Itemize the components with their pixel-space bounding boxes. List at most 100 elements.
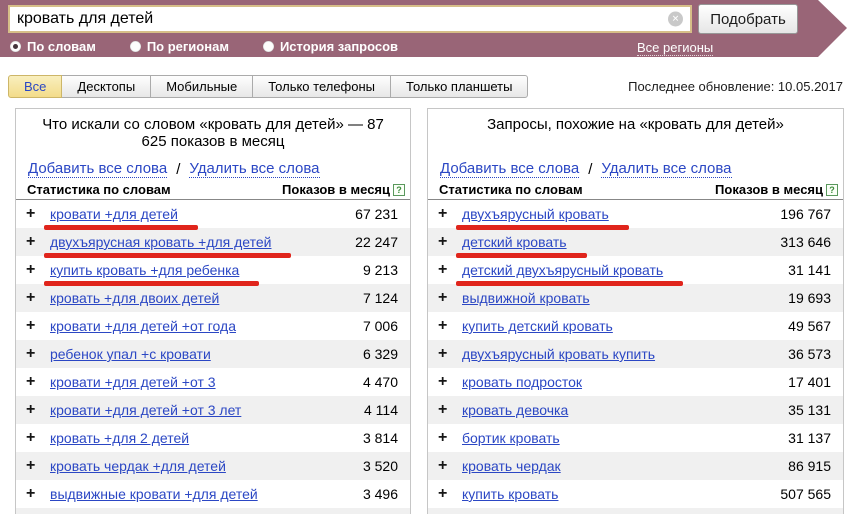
table-row: + кровать +для двоих детей 7 124 bbox=[16, 284, 410, 312]
impressions-value: 17 401 bbox=[788, 374, 831, 390]
table-row: + двухъярусный кровать 196 767 bbox=[428, 200, 843, 228]
keyword-link[interactable]: бортик кровать bbox=[462, 430, 560, 446]
add-keyword-plus-icon[interactable]: + bbox=[26, 233, 50, 251]
add-keyword-plus-icon[interactable]: + bbox=[26, 373, 50, 391]
impressions-value: 67 231 bbox=[355, 206, 398, 222]
keyword-cell-with-annotation-underline: кровати +для детей bbox=[50, 206, 178, 222]
table-row: + кровать девочка 35 131 bbox=[428, 396, 843, 424]
add-keyword-plus-icon[interactable]: + bbox=[438, 261, 462, 279]
keyword-link[interactable]: купить кровать bbox=[462, 486, 558, 502]
bulk-links-row: Добавить все слова / Удалить все слова bbox=[16, 158, 410, 180]
keyword-link[interactable]: ребенок упал +с кровати bbox=[50, 346, 211, 362]
keyword-link[interactable]: купить кровать +для ребенка bbox=[50, 262, 239, 278]
keyword-link[interactable]: кровать девочка bbox=[462, 402, 568, 418]
panel-title: Что искали со словом «кровать для детей»… bbox=[16, 109, 410, 158]
keyword-link[interactable]: двухъярусный кровать bbox=[462, 206, 609, 222]
keyword-link[interactable]: выдвижные кровати +для детей bbox=[50, 486, 258, 502]
remove-all-words-link[interactable]: Удалить все слова bbox=[189, 160, 319, 178]
tab-tablets-only[interactable]: Только планшеты bbox=[390, 75, 528, 98]
keyword-link[interactable]: кровать подросток bbox=[462, 374, 582, 390]
tab-desktops[interactable]: Десктопы bbox=[61, 75, 151, 98]
table-row: + детский двухъярусный кровать 31 141 bbox=[428, 256, 843, 284]
keyword-cell: кровать +для двоих детей bbox=[50, 290, 219, 306]
add-keyword-plus-icon[interactable]: + bbox=[26, 289, 50, 307]
keyword-link[interactable]: кровать +для двоих детей bbox=[50, 290, 219, 306]
add-keyword-plus-icon[interactable]: + bbox=[438, 345, 462, 363]
radio-by-words[interactable]: По словам bbox=[10, 39, 96, 54]
add-keyword-plus-icon[interactable]: + bbox=[438, 485, 462, 503]
add-keyword-plus-icon[interactable]: + bbox=[26, 261, 50, 279]
keyword-link[interactable]: детский кровать bbox=[462, 234, 567, 250]
keyword-cell: кровать чердак +для детей bbox=[50, 458, 226, 474]
keyword-link[interactable]: кровать чердак +для детей bbox=[50, 458, 226, 474]
add-keyword-plus-icon[interactable]: + bbox=[26, 429, 50, 447]
add-all-words-link[interactable]: Добавить все слова bbox=[28, 160, 167, 178]
add-keyword-plus-icon[interactable]: + bbox=[26, 457, 50, 475]
table-row: + кровать чердак 86 915 bbox=[428, 452, 843, 480]
add-keyword-plus-icon[interactable]: + bbox=[438, 317, 462, 335]
add-all-words-link[interactable]: Добавить все слова bbox=[440, 160, 579, 178]
radio-label: История запросов bbox=[280, 39, 398, 54]
impressions-value: 6 329 bbox=[363, 346, 398, 362]
add-keyword-plus-icon[interactable]: + bbox=[26, 317, 50, 335]
impressions-value: 3 520 bbox=[363, 458, 398, 474]
keyword-cell-with-annotation-underline: детский двухъярусный кровать bbox=[462, 262, 663, 278]
add-keyword-plus-icon[interactable]: + bbox=[438, 429, 462, 447]
keyword-cell-with-annotation-underline: детский кровать bbox=[462, 234, 567, 250]
all-regions-link[interactable]: Все регионы bbox=[637, 40, 713, 56]
help-icon[interactable]: ? bbox=[393, 184, 405, 196]
tab-all[interactable]: Все bbox=[8, 75, 62, 98]
keyword-link[interactable]: двухъярусный кровать купить bbox=[462, 346, 655, 362]
radio-by-regions[interactable]: По регионам bbox=[130, 39, 229, 54]
remove-all-words-link[interactable]: Удалить все слова bbox=[601, 160, 731, 178]
device-tabs: ВсеДесктопыМобильныеТолько телефоныТольк… bbox=[8, 75, 528, 98]
add-keyword-plus-icon[interactable]: + bbox=[438, 401, 462, 419]
add-keyword-plus-icon[interactable]: + bbox=[438, 205, 462, 223]
table-row: + детский кровать 313 646 bbox=[428, 228, 843, 256]
radio-label: По регионам bbox=[147, 39, 229, 54]
add-keyword-plus-icon[interactable]: + bbox=[26, 485, 50, 503]
keyword-link[interactable]: кровать чердак bbox=[462, 458, 561, 474]
keyword-link[interactable]: двухъярусная кровать +для детей bbox=[50, 234, 271, 250]
add-keyword-plus-icon[interactable]: + bbox=[26, 401, 50, 419]
keyword-link[interactable]: кровати +для детей bbox=[50, 206, 178, 222]
add-keyword-plus-icon[interactable]: + bbox=[438, 289, 462, 307]
keyword-link[interactable]: кровать +для 2 детей bbox=[50, 430, 189, 446]
add-keyword-plus-icon[interactable]: + bbox=[438, 373, 462, 391]
keyword-link[interactable]: кровати +для детей +от 3 bbox=[50, 374, 216, 390]
impressions-value: 4 470 bbox=[363, 374, 398, 390]
keyword-link[interactable]: выдвижной кровать bbox=[462, 290, 590, 306]
table-row: + ребенок упал +с кровати 6 329 bbox=[16, 340, 410, 368]
impressions-value: 31 141 bbox=[788, 262, 831, 278]
add-keyword-plus-icon[interactable]: + bbox=[26, 345, 50, 363]
keyword-link[interactable]: купить детский кровать bbox=[462, 318, 613, 334]
add-keyword-plus-icon[interactable]: + bbox=[438, 233, 462, 251]
impressions-value: 313 646 bbox=[780, 234, 831, 250]
table-row-partial bbox=[428, 508, 843, 514]
keyword-cell: бортик кровать bbox=[462, 430, 560, 446]
keyword-cell: кровать девочка bbox=[462, 402, 568, 418]
tab-mobile[interactable]: Мобильные bbox=[150, 75, 253, 98]
submit-button[interactable]: Подобрать bbox=[698, 4, 798, 34]
table-row: + выдвижной кровать 19 693 bbox=[428, 284, 843, 312]
add-keyword-plus-icon[interactable]: + bbox=[26, 205, 50, 223]
keyword-link[interactable]: кровати +для детей +от года bbox=[50, 318, 236, 334]
keyword-cell-with-annotation-underline: двухъярусный кровать bbox=[462, 206, 609, 222]
help-icon[interactable]: ? bbox=[826, 184, 838, 196]
impressions-value: 507 565 bbox=[780, 486, 831, 502]
keyword-cell-with-annotation-underline: двухъярусная кровать +для детей bbox=[50, 234, 271, 250]
keyword-cell: выдвижные кровати +для детей bbox=[50, 486, 258, 502]
radio-query-history[interactable]: История запросов bbox=[263, 39, 398, 54]
keyword-link[interactable]: кровати +для детей +от 3 лет bbox=[50, 402, 241, 418]
impressions-value: 7 124 bbox=[363, 290, 398, 306]
table-row: + кровати +для детей +от года 7 006 bbox=[16, 312, 410, 340]
table-row: + кровати +для детей 67 231 bbox=[16, 200, 410, 228]
tab-phones-only[interactable]: Только телефоны bbox=[252, 75, 391, 98]
search-input[interactable] bbox=[10, 7, 690, 31]
impressions-value: 196 767 bbox=[780, 206, 831, 222]
impressions-value: 49 567 bbox=[788, 318, 831, 334]
clear-icon[interactable]: ✕ bbox=[668, 12, 683, 27]
add-keyword-plus-icon[interactable]: + bbox=[438, 457, 462, 475]
keyword-link[interactable]: детский двухъярусный кровать bbox=[462, 262, 663, 278]
device-tabbar: ВсеДесктопыМобильныеТолько телефоныТольк… bbox=[8, 75, 843, 99]
